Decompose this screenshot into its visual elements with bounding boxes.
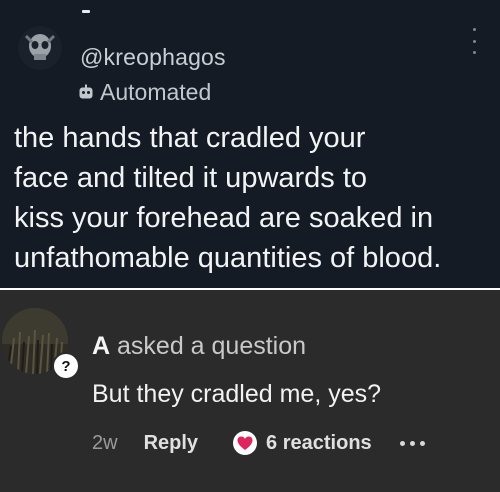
- username[interactable]: @kreophagos: [80, 44, 226, 71]
- more-options-icon[interactable]: [399, 440, 425, 446]
- automated-badge: Automated: [78, 78, 211, 106]
- reply-button[interactable]: Reply: [144, 432, 198, 455]
- robot-icon: [78, 84, 94, 100]
- reactions-count[interactable]: 6 reactions: [266, 432, 372, 455]
- avatar[interactable]: [18, 26, 62, 70]
- automated-post: @kreophagos Automated the hands that cra…: [0, 0, 500, 288]
- divider: [82, 10, 90, 13]
- comment-text: But they cradled me, yes?: [92, 380, 382, 408]
- comment-author[interactable]: A: [92, 332, 110, 360]
- comment-action: asked a question: [117, 332, 307, 360]
- more-options-icon[interactable]: [472, 28, 476, 54]
- comment: ? A asked a question But they cradled me…: [0, 290, 500, 492]
- post-text: the hands that cradled your face and til…: [14, 122, 442, 274]
- question-badge: ?: [52, 352, 80, 380]
- heart-icon[interactable]: [232, 430, 258, 456]
- comment-actions: 2w Reply 6 reactions: [92, 428, 425, 458]
- timestamp: 2w: [92, 431, 118, 454]
- automated-label: Automated: [100, 78, 212, 105]
- comment-header: A asked a question: [92, 332, 306, 361]
